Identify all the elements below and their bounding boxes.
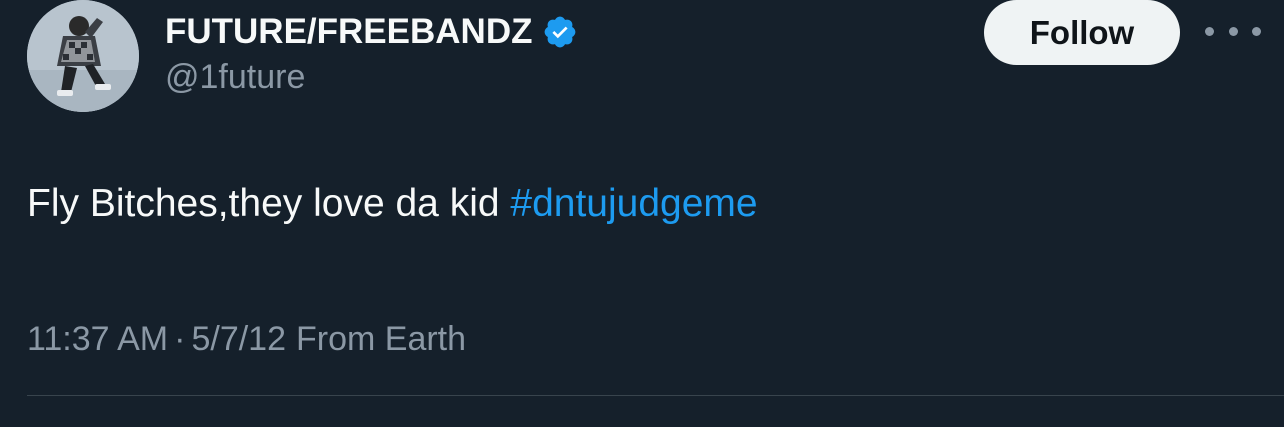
avatar-image xyxy=(27,0,139,112)
tweet-text: Fly Bitches,they love da kid #dntujudgem… xyxy=(27,182,758,226)
hashtag-link[interactable]: #dntujudgeme xyxy=(510,182,757,225)
verified-badge-icon xyxy=(542,14,578,50)
tweet-source: From Earth xyxy=(296,320,467,358)
author-name-row: FUTURE/FREEBANDZ xyxy=(165,10,578,54)
tweet-time[interactable]: 11:37 AM xyxy=(27,320,168,358)
more-horizontal-icon[interactable] xyxy=(1205,16,1261,46)
more-dot xyxy=(1228,26,1238,36)
more-dot xyxy=(1205,26,1214,36)
tweet-body: Fly Bitches,they love da kid xyxy=(27,182,500,225)
divider xyxy=(27,395,1284,396)
follow-button[interactable]: Follow xyxy=(984,0,1180,65)
more-dot xyxy=(1252,26,1261,36)
tweet-metadata: 11:37 AM · 5/7/12 From Earth xyxy=(27,320,466,359)
tweet-date[interactable]: 5/7/12 xyxy=(191,320,286,358)
meta-separator: · xyxy=(174,320,186,358)
author-handle[interactable]: @1future xyxy=(165,58,305,97)
tweet-card: FUTURE/FREEBANDZ @1future Follow Fly Bit… xyxy=(0,0,1284,427)
author-display-name[interactable]: FUTURE/FREEBANDZ xyxy=(165,12,532,52)
avatar[interactable] xyxy=(27,0,139,112)
